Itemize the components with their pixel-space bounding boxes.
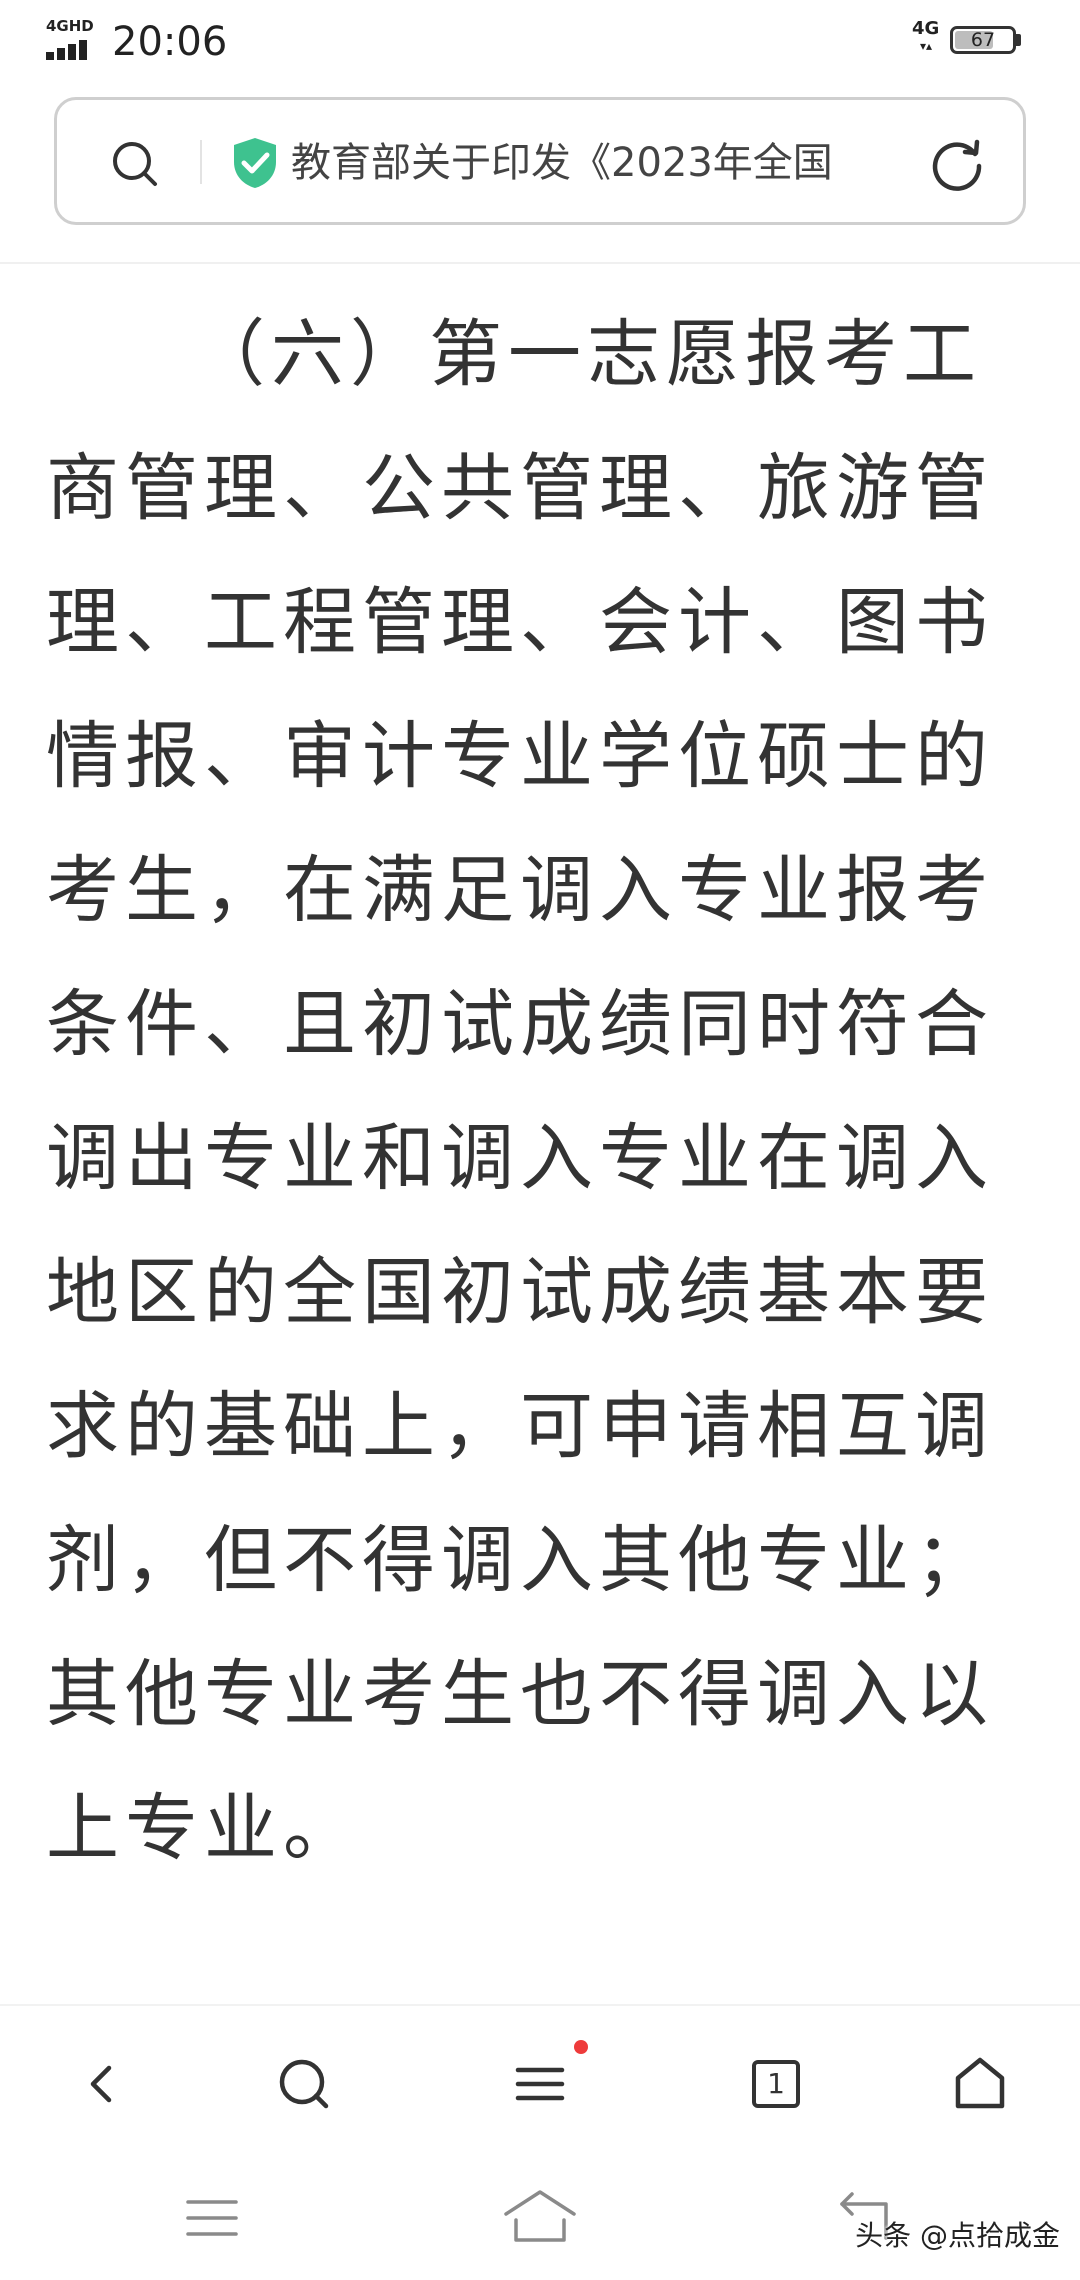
- tab-count: 1: [767, 2067, 785, 2100]
- notification-dot: [574, 2040, 588, 2054]
- shield-check-icon[interactable]: [230, 136, 280, 190]
- system-home-button[interactable]: [500, 2184, 580, 2252]
- back-button[interactable]: [65, 2048, 137, 2120]
- header-divider: [0, 262, 1080, 264]
- browser-page: 4GHD 20:06 4G ▾▴ 67 教育部关于印发《2023年全国 （六）第…: [0, 0, 1080, 2280]
- address-divider: [200, 140, 202, 184]
- toolbar-search-button[interactable]: [268, 2048, 340, 2120]
- search-icon: [279, 2059, 329, 2109]
- menu-button[interactable]: [504, 2040, 588, 2120]
- address-bar[interactable]: 教育部关于印发《2023年全国: [54, 97, 1026, 225]
- data-activity-icon: ▾▴: [920, 39, 933, 53]
- system-menu-button[interactable]: [172, 2184, 252, 2252]
- menu-icon: [515, 2067, 565, 2101]
- battery-level: 67: [970, 29, 996, 51]
- signal-indicator: 4GHD: [46, 18, 100, 62]
- battery-tip: [1016, 34, 1021, 46]
- home-icon: [504, 2190, 576, 2242]
- signal-bars-icon: [46, 38, 98, 60]
- search-icon[interactable]: [107, 136, 163, 192]
- battery-icon: 67: [950, 26, 1016, 54]
- status-right-group: 4G ▾▴ 67: [912, 16, 1032, 66]
- mobile-data-label: 4G: [912, 18, 940, 39]
- system-navigation-bar: 头条 @点拾成金: [0, 2156, 1080, 2280]
- reload-icon[interactable]: [925, 132, 989, 196]
- chevron-left-icon: [90, 2065, 112, 2103]
- article-paragraph: （六）第一志愿报考工商管理、公共管理、旅游管理、工程管理、会计、图书情报、审计专…: [46, 312, 994, 1871]
- page-title[interactable]: 教育部关于印发《2023年全国: [291, 130, 951, 196]
- home-icon: [955, 2057, 1005, 2109]
- browser-toolbar: 1: [0, 2006, 1080, 2156]
- status-bar: 4GHD 20:06 4G ▾▴ 67: [0, 0, 1080, 84]
- watermark: 头条 @点拾成金: [855, 2219, 1060, 2252]
- network-type-label: 4GHD: [46, 17, 94, 35]
- tabs-button[interactable]: 1: [740, 2048, 812, 2120]
- menu-icon: [186, 2200, 238, 2236]
- status-time: 20:06: [112, 19, 228, 65]
- home-button[interactable]: [944, 2048, 1016, 2120]
